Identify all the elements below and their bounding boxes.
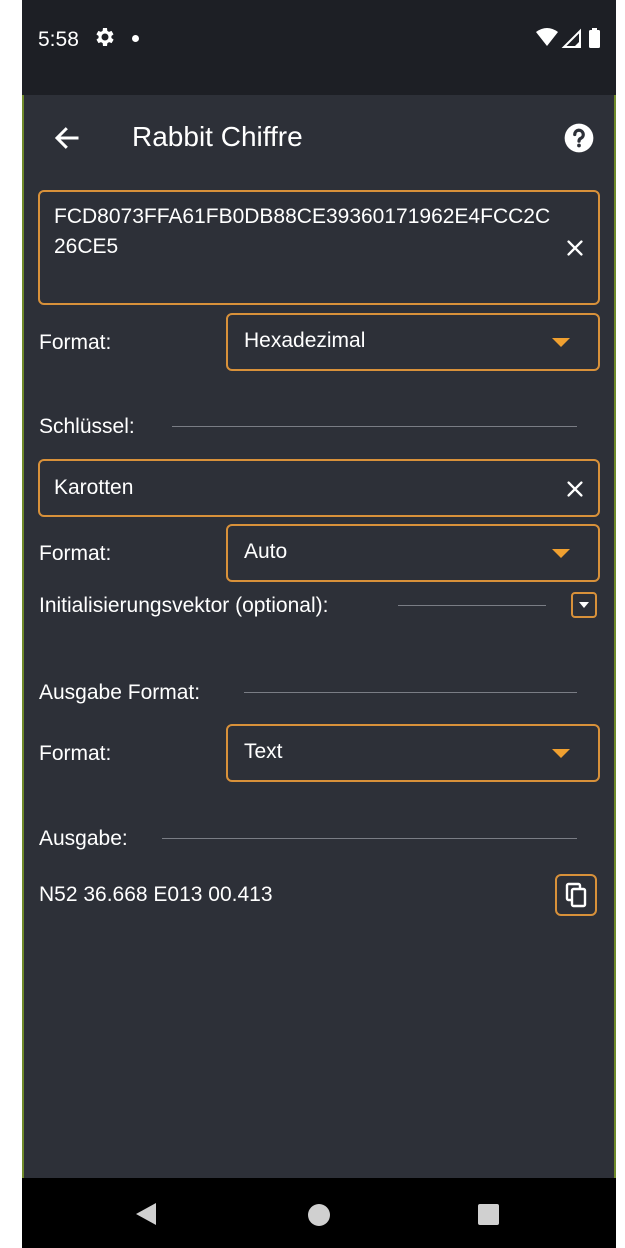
output-section-label: Ausgabe: [39, 827, 128, 850]
copy-icon [565, 882, 587, 908]
status-icons [536, 28, 600, 48]
output-format-dropdown[interactable]: Text [226, 724, 600, 782]
cipher-input-text[interactable]: FCD8073FFA61FB0DB88CE39360171962E4FCC2C2… [54, 202, 554, 262]
key-format-dropdown[interactable]: Auto [226, 524, 600, 582]
copy-output-button[interactable] [555, 874, 597, 916]
status-bar: 5:58 [22, 0, 616, 95]
output-text: N52 36.668 E013 00.413 [39, 883, 273, 906]
clear-input-icon[interactable] [564, 237, 586, 259]
page-title: Rabbit Chiffre [132, 121, 303, 152]
system-nav-bar [22, 1178, 616, 1248]
dot-icon [132, 35, 139, 42]
key-format-label: Format: [39, 542, 112, 565]
dropdown-arrow-icon [552, 549, 570, 558]
input-format-value: Hexadezimal [244, 329, 366, 352]
input-format-dropdown[interactable]: Hexadezimal [226, 313, 600, 371]
wifi-icon [536, 28, 558, 46]
gear-icon [96, 28, 114, 46]
output-format-label: Format: [39, 742, 112, 765]
key-format-value: Auto [244, 540, 288, 563]
arrow-left-icon[interactable] [52, 123, 82, 153]
window-border-left [22, 95, 24, 1178]
window-border-right [614, 95, 616, 1178]
nav-back-icon[interactable] [136, 1203, 156, 1225]
iv-expand-button[interactable] [571, 592, 597, 618]
key-section-label: Schlüssel: [39, 415, 135, 438]
output-format-value: Text [244, 740, 283, 763]
dropdown-arrow-icon [552, 338, 570, 347]
status-time: 5:58 [38, 28, 79, 51]
battery-icon [589, 30, 600, 48]
output-format-section-label: Ausgabe Format: [39, 681, 201, 704]
key-input-field[interactable]: Karotten [38, 459, 600, 517]
main-content: FCD8073FFA61FB0DB88CE39360171962E4FCC2C2… [22, 183, 616, 1178]
nav-home-icon[interactable] [308, 1204, 330, 1226]
help-circle-icon[interactable] [564, 123, 594, 153]
iv-section-label: Initialisierungsvektor (optional): [39, 594, 329, 617]
dropdown-arrow-icon [552, 749, 570, 758]
nav-recents-icon[interactable] [478, 1204, 499, 1225]
key-section-divider [172, 426, 577, 427]
output-format-divider [244, 692, 577, 693]
output-section-divider [162, 838, 577, 839]
app-bar: Rabbit Chiffre [22, 95, 616, 183]
phone-screen: 5:58 Rabbit Chiffre FCD8073FFA61FB0DB88C… [22, 0, 616, 1248]
iv-section-divider [398, 605, 546, 606]
key-input-text[interactable]: Karotten [54, 473, 133, 503]
input-format-label: Format: [39, 331, 112, 354]
chevron-down-icon [579, 602, 589, 608]
cipher-input-field[interactable]: FCD8073FFA61FB0DB88CE39360171962E4FCC2C2… [38, 190, 600, 305]
clear-key-icon[interactable] [564, 478, 586, 500]
